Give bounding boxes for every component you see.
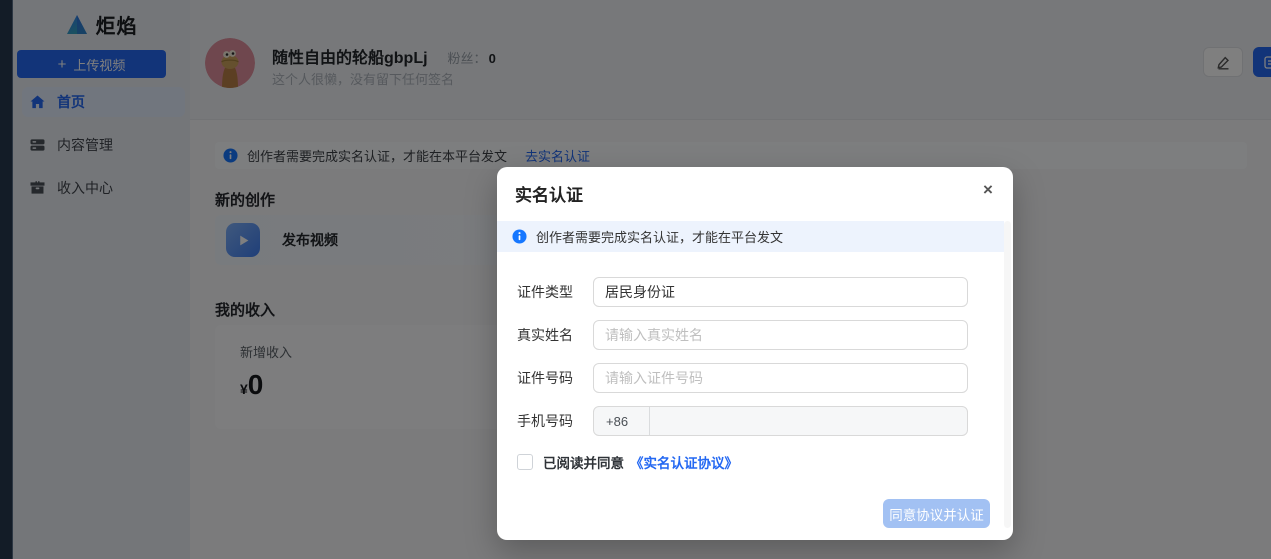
agreement-text: 已阅读并同意 bbox=[543, 452, 624, 472]
id-number-input[interactable] bbox=[593, 363, 968, 393]
field-label-id-type: 证件类型 bbox=[517, 277, 591, 307]
realname-cert-modal: 实名认证 × 创作者需要完成实名认证，才能在平台发文 证件类型 真实姓名 证件号… bbox=[497, 167, 1013, 540]
modal-notice-text: 创作者需要完成实名认证，才能在平台发文 bbox=[536, 227, 783, 246]
submit-cert-button[interactable]: 同意协议并认证 bbox=[883, 499, 990, 528]
id-type-input[interactable] bbox=[593, 277, 968, 307]
field-label-phone: 手机号码 bbox=[517, 406, 591, 436]
modal-scrollbar[interactable] bbox=[1004, 221, 1011, 528]
phone-number-input bbox=[650, 407, 967, 435]
phone-prefix: +86 bbox=[594, 407, 650, 435]
field-label-id-number: 证件号码 bbox=[517, 363, 591, 393]
agreement-checkbox[interactable] bbox=[517, 454, 533, 470]
modal-title: 实名认证 bbox=[515, 181, 583, 206]
close-icon[interactable]: × bbox=[977, 179, 999, 201]
app-window: 炬焰 + 上传视频 首页 bbox=[0, 0, 1271, 559]
field-label-real-name: 真实姓名 bbox=[517, 320, 591, 350]
info-icon bbox=[512, 229, 527, 244]
agreement-link[interactable]: 《实名认证协议》 bbox=[630, 452, 738, 472]
phone-input-group: +86 bbox=[593, 406, 968, 436]
agreement-row: 已阅读并同意 《实名认证协议》 bbox=[517, 452, 738, 472]
modal-notice-bar: 创作者需要完成实名认证，才能在平台发文 bbox=[497, 221, 1004, 252]
real-name-input[interactable] bbox=[593, 320, 968, 350]
